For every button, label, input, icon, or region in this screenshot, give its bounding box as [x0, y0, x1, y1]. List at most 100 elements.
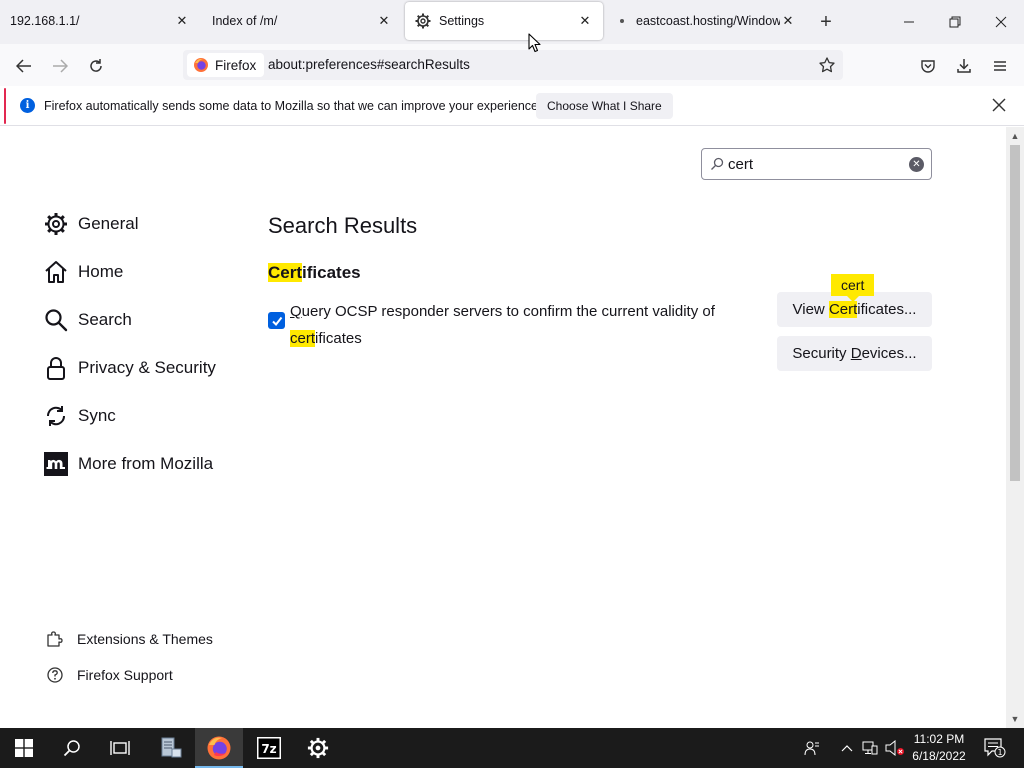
- clock-time: 11:02 PM: [913, 732, 965, 746]
- pocket-button[interactable]: [914, 52, 942, 80]
- sidebar-item-label: More from Mozilla: [78, 454, 214, 473]
- gear-icon: [44, 212, 68, 236]
- tab-title: eastcoast.hosting/Windows: [636, 14, 780, 28]
- tab-eastcoast[interactable]: eastcoast.hosting/Windows ✕: [606, 2, 806, 40]
- start-button[interactable]: [0, 728, 48, 768]
- reload-button[interactable]: [82, 52, 110, 80]
- taskbar-search-button[interactable]: [48, 728, 96, 768]
- loading-dot-icon: [620, 19, 624, 23]
- search-highlight: Cert: [268, 263, 303, 282]
- windows-taskbar: 7z 11:02 PM 6/18/2022 1: [0, 728, 1024, 768]
- help-icon: [46, 666, 64, 684]
- search-highlight: cert: [290, 330, 316, 347]
- gear-icon: [415, 13, 431, 29]
- url-bar[interactable]: Firefox about:preferences#searchResults: [183, 50, 843, 80]
- accesskey: Q: [290, 303, 302, 320]
- search-highlight: Cert: [828, 301, 858, 318]
- page-scrollbar[interactable]: ▲ ▼: [1006, 127, 1024, 728]
- close-icon[interactable]: ✕: [174, 13, 190, 29]
- clear-search-icon[interactable]: ✕: [909, 157, 924, 172]
- close-icon[interactable]: ✕: [376, 13, 392, 29]
- sidebar-item-privacy[interactable]: Privacy & Security: [44, 354, 216, 382]
- tab-title: Index of /m/: [212, 14, 278, 28]
- firefox-logo-icon: [193, 57, 209, 73]
- scroll-up-icon[interactable]: ▲: [1009, 130, 1021, 142]
- restore-button[interactable]: [932, 0, 978, 44]
- tab-index[interactable]: Index of /m/ ✕: [202, 2, 402, 40]
- clock-date: 6/18/2022: [912, 749, 966, 763]
- forward-button[interactable]: [46, 52, 74, 80]
- security-devices-button[interactable]: Security Devices...: [777, 336, 932, 371]
- sidebar-item-label: General: [78, 214, 139, 233]
- scroll-down-icon[interactable]: ▼: [1009, 713, 1021, 725]
- firefox-support-link[interactable]: Firefox Support: [46, 666, 173, 684]
- sidebar-item-label: Sync: [78, 406, 116, 425]
- settings-gear-icon[interactable]: [294, 728, 342, 768]
- section-title-rest: ificates: [302, 263, 361, 282]
- show-hidden-icons-chevron-icon[interactable]: [838, 728, 856, 768]
- page-title: Search Results: [268, 213, 418, 238]
- back-button[interactable]: [10, 52, 38, 80]
- sidebar-item-more-from-mozilla[interactable]: More from Mozilla: [44, 450, 213, 478]
- puzzle-icon: [46, 630, 64, 648]
- certificates-section-title: Certificates: [268, 263, 361, 283]
- ocsp-checkbox[interactable]: [268, 312, 285, 329]
- info-icon: i: [20, 98, 35, 113]
- ocsp-label[interactable]: Query OCSP responder servers to confirm …: [290, 298, 720, 352]
- navigation-bar: Firefox about:preferences#searchResults: [0, 44, 1024, 86]
- firefox-taskbar-icon[interactable]: [195, 728, 243, 768]
- button-text: evices...: [861, 345, 917, 362]
- sidebar-item-home[interactable]: Home: [44, 258, 123, 286]
- taskbar-clock[interactable]: 11:02 PM 6/18/2022: [902, 731, 976, 765]
- notifications-icon[interactable]: 1: [980, 728, 1010, 768]
- preferences-search-input[interactable]: cert ✕: [701, 148, 932, 180]
- mozilla-icon: [44, 452, 68, 476]
- server-manager-icon[interactable]: [146, 728, 194, 768]
- notification-accent: [4, 88, 6, 124]
- close-icon[interactable]: [990, 96, 1008, 114]
- sidebar-item-label: Privacy & Security: [78, 358, 216, 377]
- button-text: ificates...: [857, 301, 917, 318]
- sidebar-item-search[interactable]: Search: [44, 306, 132, 334]
- close-icon[interactable]: ✕: [577, 13, 593, 29]
- close-window-button[interactable]: [978, 0, 1024, 44]
- 7zip-icon[interactable]: 7z: [245, 728, 293, 768]
- choose-what-i-share-button[interactable]: Choose What I Share: [536, 93, 673, 119]
- label-text: uery OCSP responder servers to confirm t…: [301, 303, 715, 320]
- people-icon[interactable]: [800, 728, 824, 768]
- scrollbar-thumb[interactable]: [1010, 145, 1020, 481]
- footer-link-label: Firefox Support: [77, 667, 173, 683]
- sidebar-item-general[interactable]: General: [44, 210, 138, 238]
- tab-title: Settings: [439, 14, 485, 28]
- tab-strip: 192.168.1.1/ ✕ Index of /m/ ✕ Settings ✕…: [0, 0, 1024, 44]
- tab-router[interactable]: 192.168.1.1/ ✕: [0, 2, 200, 40]
- network-icon[interactable]: [860, 728, 880, 768]
- downloads-button[interactable]: [950, 52, 978, 80]
- sync-icon: [44, 404, 68, 428]
- label-text: ificates: [315, 330, 362, 347]
- close-icon[interactable]: ✕: [780, 13, 796, 29]
- search-value[interactable]: cert: [728, 156, 753, 173]
- new-tab-button[interactable]: +: [814, 10, 838, 34]
- lock-icon: [44, 356, 68, 380]
- sidebar-item-sync[interactable]: Sync: [44, 402, 116, 430]
- button-text: Security: [792, 345, 851, 362]
- identity-box[interactable]: Firefox: [187, 53, 265, 77]
- notification-message: Firefox automatically sends some data to…: [44, 99, 542, 113]
- search-icon: [710, 157, 724, 171]
- search-icon: [44, 308, 68, 332]
- footer-link-label: Extensions & Themes: [77, 631, 213, 647]
- extensions-themes-link[interactable]: Extensions & Themes: [46, 630, 213, 648]
- menu-button[interactable]: [986, 52, 1014, 80]
- accesskey: D: [850, 345, 862, 362]
- sidebar-item-label: Search: [78, 310, 132, 329]
- minimize-button[interactable]: [886, 0, 932, 44]
- url-text[interactable]: about:preferences#searchResults: [268, 57, 470, 72]
- svg-text:1: 1: [997, 748, 1002, 757]
- bookmark-star-icon[interactable]: [817, 55, 837, 75]
- sidebar-item-label: Home: [78, 262, 124, 281]
- identity-label: Firefox: [215, 57, 257, 73]
- tab-settings[interactable]: Settings ✕: [405, 2, 603, 40]
- task-view-button[interactable]: [96, 728, 144, 768]
- search-tooltip: cert: [831, 274, 875, 302]
